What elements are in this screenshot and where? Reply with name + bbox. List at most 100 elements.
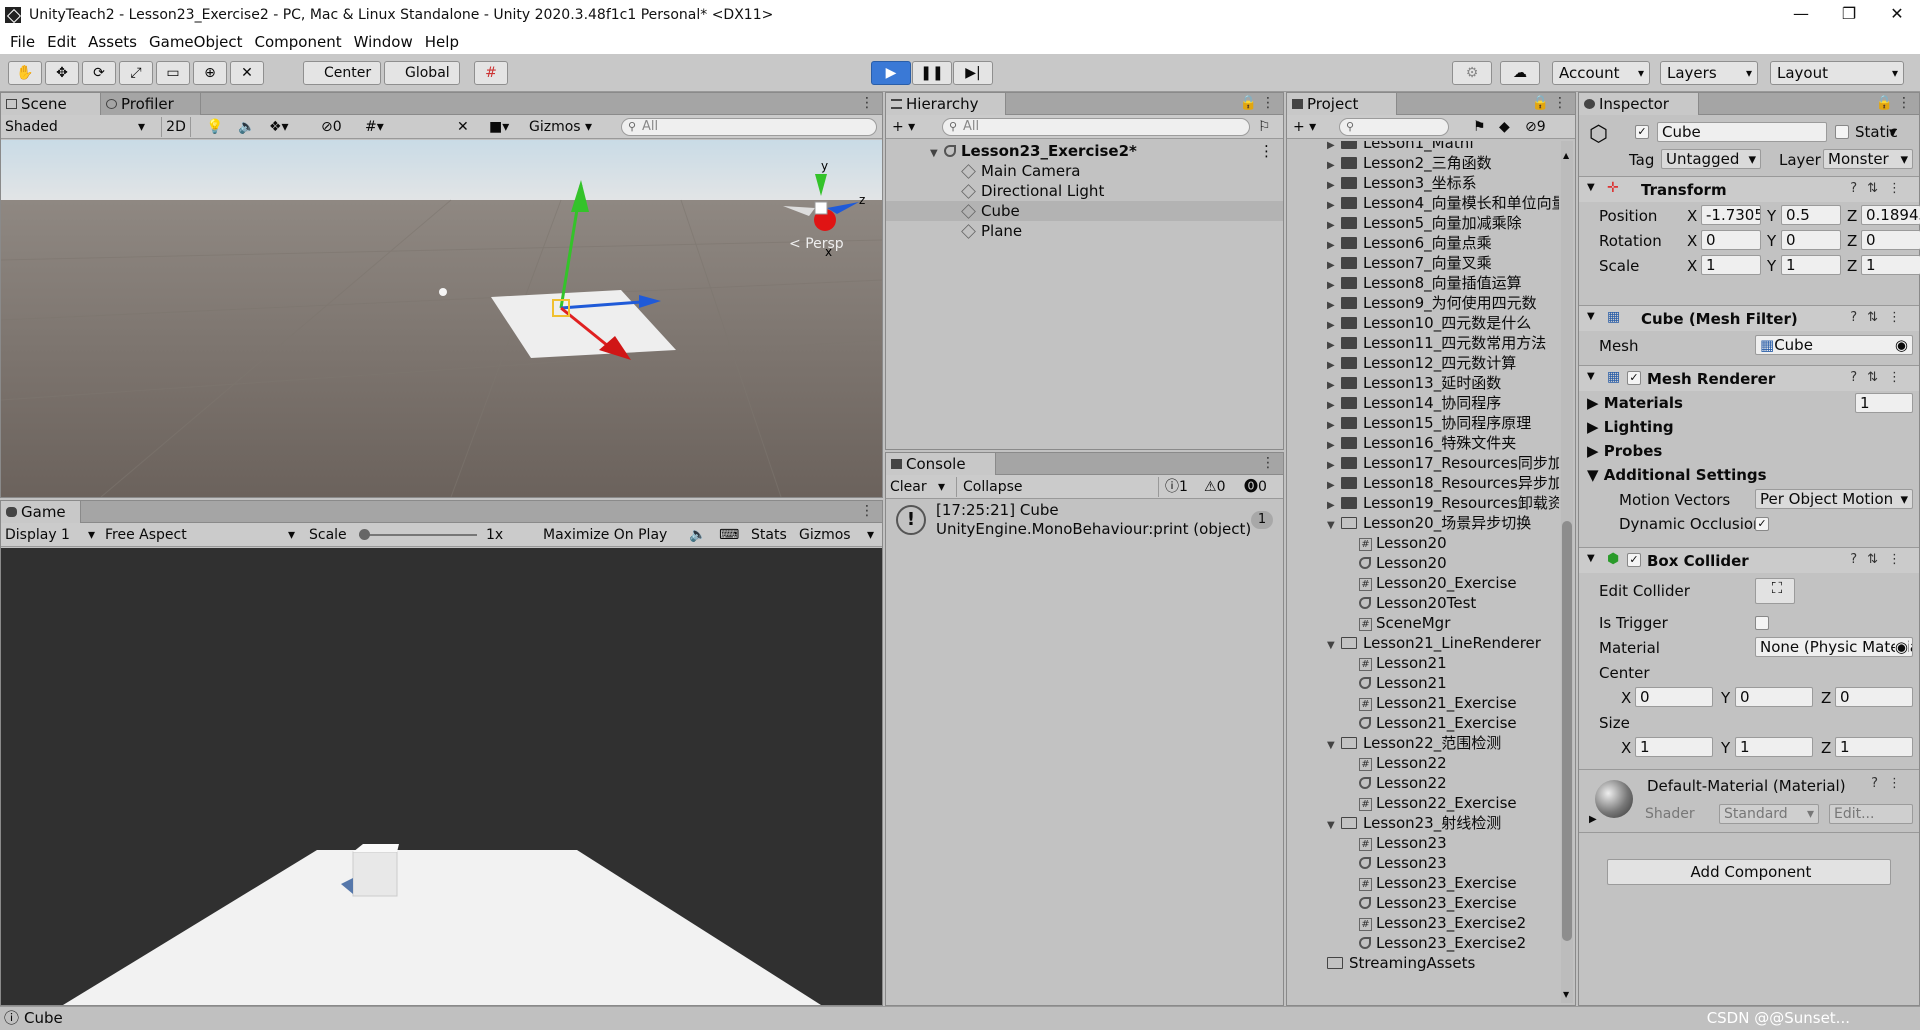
- rotation-x-field[interactable]: 0: [1701, 230, 1761, 250]
- tab-hierarchy[interactable]: Hierarchy: [886, 93, 1006, 115]
- hierarchy-item-main-camera[interactable]: Main Camera: [961, 161, 1080, 181]
- project-folder[interactable]: ▼ Lesson21_LineRenderer: [1327, 633, 1541, 653]
- rotation-y-field[interactable]: 0: [1781, 230, 1841, 250]
- game-menu-icon[interactable]: ⋮: [860, 503, 874, 519]
- project-script[interactable]: # SceneMgr: [1359, 613, 1450, 633]
- object-name-field[interactable]: Cube: [1657, 122, 1827, 142]
- project-scrollbar[interactable]: ▲ ▼: [1561, 141, 1573, 1003]
- console-clear-button[interactable]: Clear: [890, 477, 927, 497]
- console-error-filter[interactable]: ⓿0: [1244, 477, 1267, 497]
- project-scene[interactable]: Lesson23: [1359, 853, 1447, 873]
- account-dropdown[interactable]: Account: [1552, 61, 1650, 85]
- project-folder[interactable]: ▶ Lesson16_特殊文件夹: [1327, 433, 1516, 453]
- collab-icon[interactable]: ⚙: [1452, 61, 1492, 85]
- collider-size-x-field[interactable]: 1: [1635, 737, 1713, 757]
- project-script[interactable]: # Lesson20_Exercise: [1359, 573, 1517, 593]
- project-folder[interactable]: ▶ Lesson8_向量插值运算: [1327, 273, 1522, 293]
- scene-viewport[interactable]: y x z < Persp: [1, 140, 882, 497]
- static-dropdown-icon[interactable]: ▾: [1889, 123, 1897, 141]
- scale-z-field[interactable]: 1: [1861, 255, 1920, 275]
- object-active-checkbox[interactable]: ✓: [1635, 125, 1649, 139]
- persp-label[interactable]: < Persp: [789, 236, 844, 252]
- tab-project[interactable]: Project: [1287, 93, 1397, 115]
- menu-file[interactable]: File: [10, 33, 35, 51]
- project-folder[interactable]: StreamingAssets: [1327, 953, 1475, 973]
- menu-edit[interactable]: Edit: [47, 33, 76, 51]
- mesh-filter-header[interactable]: ▼ ▦ Cube (Mesh Filter) ?⇅⋮: [1579, 305, 1919, 331]
- position-x-field[interactable]: -1.7305: [1701, 205, 1761, 225]
- foldout-arrow-icon[interactable]: ▼: [1327, 736, 1341, 756]
- menu-help[interactable]: Help: [425, 33, 459, 51]
- component-settings-icon[interactable]: ?⋮: [1871, 776, 1911, 791]
- grid-toggle-icon[interactable]: #▾: [365, 117, 384, 137]
- component-settings-icon[interactable]: ?⇅⋮: [1850, 310, 1911, 325]
- probes-foldout[interactable]: ▶ Probes: [1587, 442, 1662, 460]
- layout-dropdown[interactable]: Layout: [1770, 61, 1904, 85]
- materials-size-field[interactable]: 1: [1855, 393, 1913, 413]
- scale-tool-icon[interactable]: ⤢: [119, 61, 153, 85]
- console-info-filter[interactable]: ⓘ1: [1158, 477, 1188, 497]
- is-trigger-checkbox[interactable]: [1755, 616, 1769, 630]
- hierarchy-filter-icon[interactable]: ⚐: [1258, 117, 1271, 137]
- gizmos-dropdown[interactable]: Gizmos ▾: [529, 117, 592, 137]
- foldout-arrow-icon[interactable]: ▼: [1327, 816, 1341, 836]
- play-button[interactable]: ▶: [871, 61, 911, 85]
- project-hidden-icon[interactable]: ⊘9: [1525, 117, 1546, 137]
- display-dropdown[interactable]: Display 1 ▾: [5, 525, 95, 545]
- console-menu-icon[interactable]: ⋮: [1261, 455, 1275, 471]
- edit-collider-button[interactable]: ⛶: [1755, 578, 1795, 604]
- rotate-tool-icon[interactable]: ⟳: [82, 61, 116, 85]
- project-lock-icon[interactable]: 🔒: [1532, 95, 1549, 111]
- audio-toggle-icon[interactable]: 🔈: [238, 117, 255, 137]
- project-folder[interactable]: ▶ Lesson6_向量点乘: [1327, 233, 1492, 253]
- hierarchy-item-directional-light[interactable]: Directional Light: [961, 181, 1104, 201]
- project-folder[interactable]: ▶ Lesson10_四元数是什么: [1327, 313, 1531, 333]
- shader-edit-button[interactable]: Edit...: [1829, 804, 1913, 824]
- effects-toggle-icon[interactable]: ❖▾: [269, 117, 289, 137]
- component-settings-icon[interactable]: ?⇅⋮: [1850, 181, 1911, 196]
- component-settings-icon[interactable]: ?⇅⋮: [1850, 370, 1911, 385]
- scene-search-input[interactable]: All: [621, 118, 877, 136]
- pause-button[interactable]: ❚❚: [912, 61, 952, 85]
- collider-center-y-field[interactable]: 0: [1735, 687, 1813, 707]
- project-folder[interactable]: ▶ Lesson18_Resources异步加载: [1327, 473, 1559, 493]
- tab-scene[interactable]: Scene: [1, 93, 101, 115]
- scale-x-field[interactable]: 1: [1701, 255, 1761, 275]
- camera-icon[interactable]: ■▾: [489, 117, 509, 137]
- menu-component[interactable]: Component: [255, 33, 342, 51]
- inspector-menu-icon[interactable]: ⋮: [1897, 95, 1911, 111]
- project-folder[interactable]: ▶ Lesson13_延时函数: [1327, 373, 1501, 393]
- hand-tool-icon[interactable]: ✋: [8, 61, 42, 85]
- project-scene[interactable]: Lesson23_Exercise: [1359, 893, 1517, 913]
- project-folder[interactable]: ▶ Lesson9_为何使用四元数: [1327, 293, 1537, 313]
- material-foldout-icon[interactable]: ▶: [1589, 814, 1597, 825]
- scale-y-field[interactable]: 1: [1781, 255, 1841, 275]
- project-script[interactable]: # Lesson21_Exercise: [1359, 693, 1517, 713]
- menu-assets[interactable]: Assets: [88, 33, 137, 51]
- project-folder[interactable]: ▶ Lesson17_Resources同步加载: [1327, 453, 1559, 473]
- hierarchy-item-cube[interactable]: Cube: [886, 201, 1283, 221]
- project-script[interactable]: # Lesson23: [1359, 833, 1447, 853]
- project-scroll-thumb[interactable]: [1562, 521, 1572, 941]
- position-y-field[interactable]: 0.5: [1781, 205, 1841, 225]
- project-folder[interactable]: ▼ Lesson22_范围检测: [1327, 733, 1501, 753]
- custom-tool-icon[interactable]: ✕: [230, 61, 264, 85]
- menu-window[interactable]: Window: [354, 33, 413, 51]
- lighting-toggle-icon[interactable]: 💡: [206, 117, 223, 137]
- project-scene[interactable]: Lesson22: [1359, 773, 1447, 793]
- project-script[interactable]: # Lesson22: [1359, 753, 1447, 773]
- hierarchy-menu-icon[interactable]: ⋮: [1261, 95, 1275, 111]
- aspect-dropdown[interactable]: Free Aspect ▾: [105, 525, 295, 545]
- project-folder[interactable]: ▼ Lesson20_场景异步切换: [1327, 513, 1531, 533]
- tab-inspector[interactable]: Inspector: [1579, 93, 1699, 115]
- console-collapse-toggle[interactable]: Collapse: [956, 477, 1023, 497]
- add-component-button[interactable]: Add Component: [1607, 859, 1891, 885]
- project-search-input[interactable]: [1339, 118, 1449, 136]
- layer-dropdown[interactable]: Monster ▾: [1823, 149, 1913, 169]
- mute-audio-icon[interactable]: 🔈: [689, 525, 706, 545]
- transform-header[interactable]: ▼ ✛ Transform ?⇅⋮: [1579, 176, 1919, 202]
- position-z-field[interactable]: 0.18943: [1861, 205, 1920, 225]
- project-folder[interactable]: ▶ Lesson11_四元数常用方法: [1327, 333, 1546, 353]
- collider-size-z-field[interactable]: 1: [1835, 737, 1913, 757]
- 2d-toggle[interactable]: 2D: [161, 117, 191, 137]
